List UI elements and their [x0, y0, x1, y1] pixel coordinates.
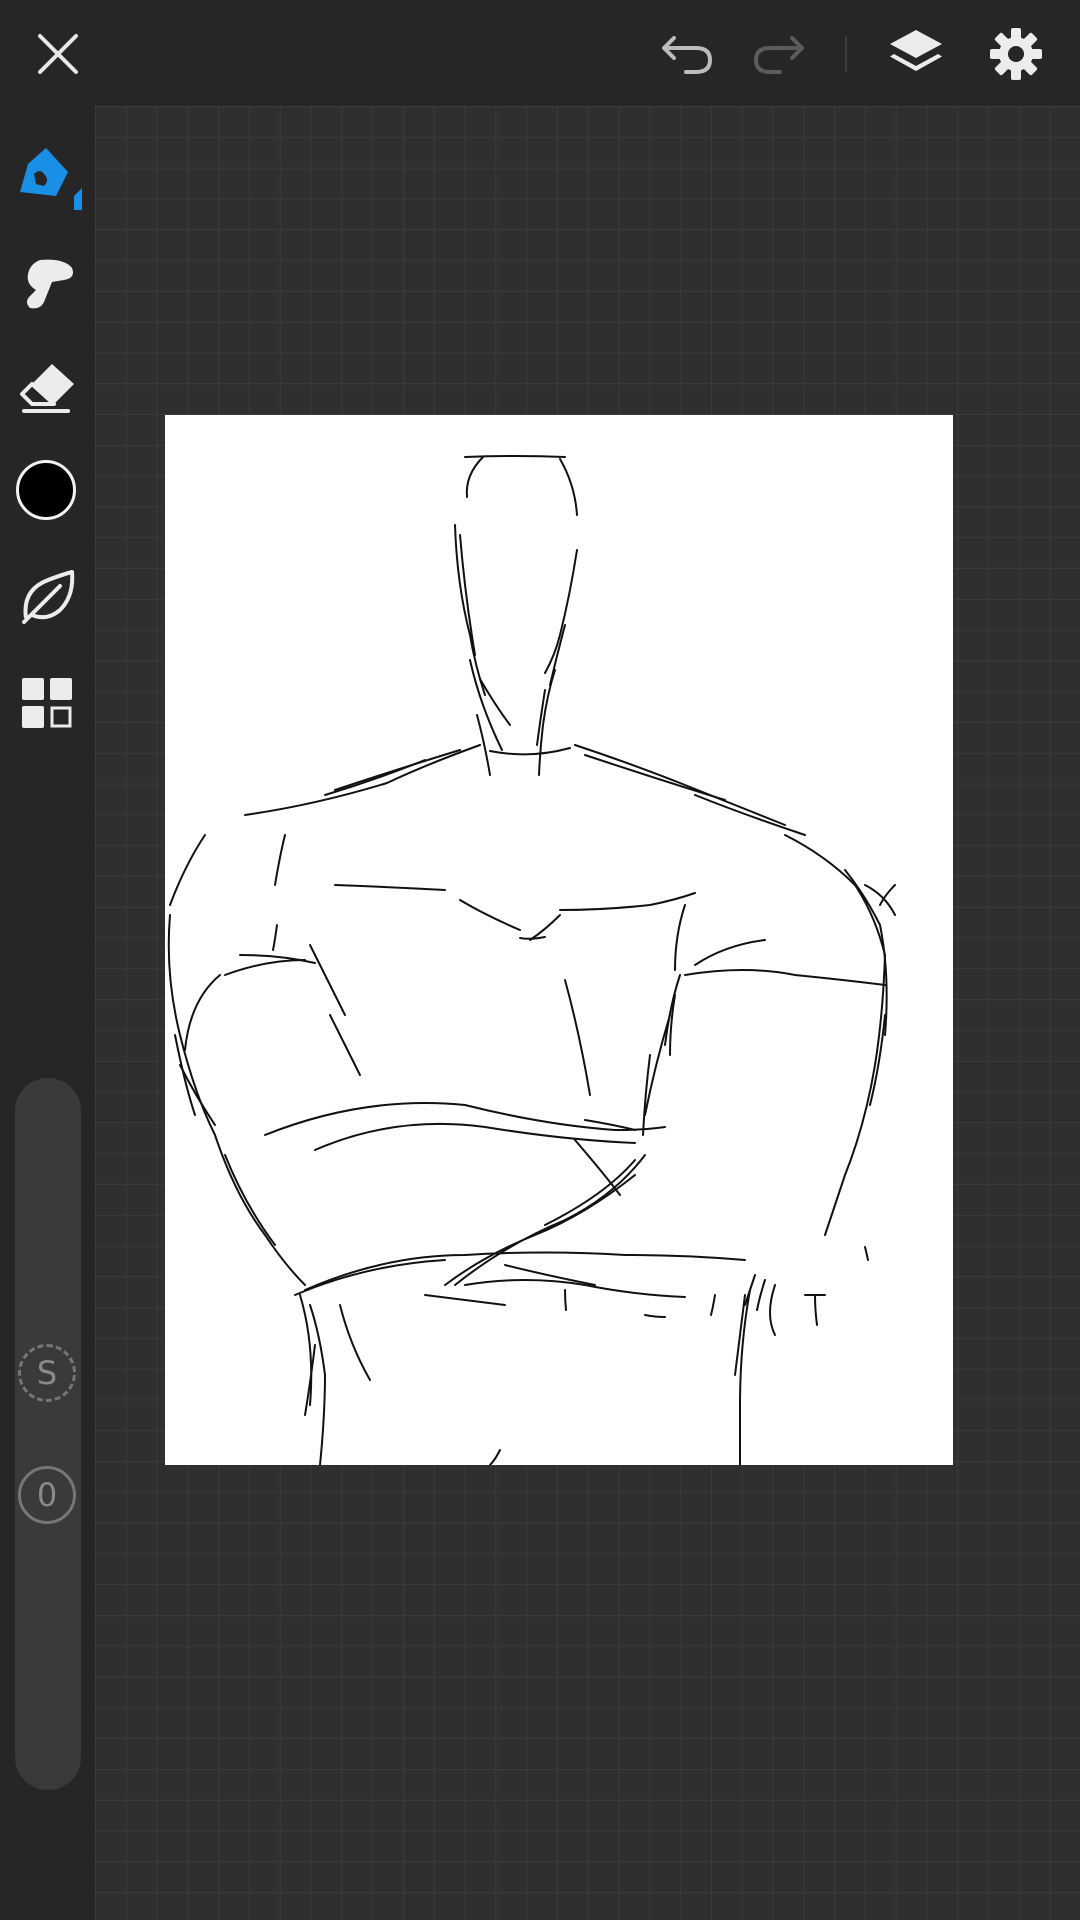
- sketch-drawing: [167, 455, 896, 1465]
- grid-icon[interactable]: [22, 678, 74, 730]
- redo-icon[interactable]: [750, 30, 806, 76]
- color-swatch[interactable]: [16, 460, 76, 520]
- close-icon[interactable]: [34, 30, 82, 78]
- undo-icon[interactable]: [660, 30, 716, 76]
- pen-icon[interactable]: [16, 144, 82, 210]
- eraser-icon[interactable]: [18, 362, 78, 414]
- gear-icon[interactable]: [988, 26, 1044, 82]
- smudge-icon[interactable]: [20, 256, 76, 312]
- leaf-icon[interactable]: [20, 568, 76, 624]
- opacity-badge[interactable]: 0: [18, 1466, 76, 1524]
- top-toolbar: [0, 0, 1080, 106]
- toolbar-divider: [845, 36, 847, 72]
- stabilizer-badge[interactable]: S: [18, 1344, 76, 1402]
- drawing-canvas[interactable]: [165, 415, 953, 1465]
- layers-icon[interactable]: [888, 28, 944, 80]
- brush-size-slider[interactable]: [15, 1078, 81, 1790]
